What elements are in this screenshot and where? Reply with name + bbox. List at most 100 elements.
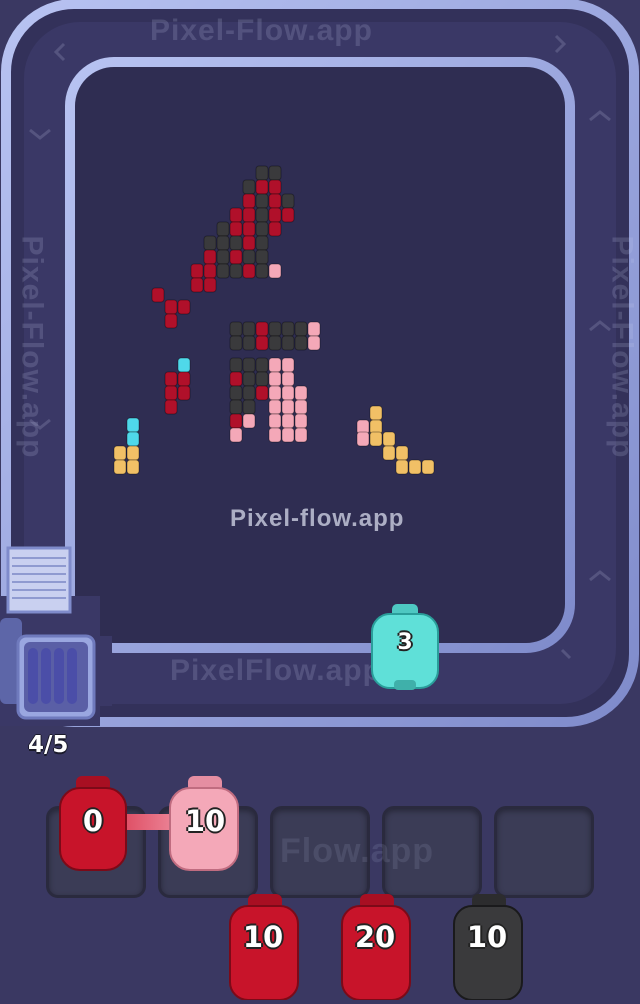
pixel-block-d <box>229 321 243 337</box>
slot-pig-red-value: 0 <box>82 804 104 838</box>
pixel-block-d <box>242 357 256 373</box>
queue-counter: 4/5 <box>28 732 69 758</box>
queue-pig-2-value: 20 <box>354 920 396 954</box>
pixel-block-d <box>229 357 243 373</box>
pixel-block-p <box>307 335 321 351</box>
slot-pig-pink[interactable]: 10 <box>168 776 239 871</box>
pixel-block-r <box>164 385 178 401</box>
pixel-block-d <box>216 221 230 237</box>
pixel-block-d <box>255 235 269 251</box>
pixel-block-d <box>216 263 230 279</box>
pixel-block-d <box>268 165 282 181</box>
pixel-block-r <box>229 249 243 265</box>
pixel-block-r <box>255 335 269 351</box>
pixel-block-d <box>255 193 269 209</box>
pixel-block-p <box>281 399 295 415</box>
pixel-block-d <box>255 249 269 265</box>
conveyor-pig-value: 3 <box>397 630 413 655</box>
pixel-block-d <box>281 335 295 351</box>
pixel-block-r <box>190 277 204 293</box>
pixel-block-d <box>229 385 243 401</box>
pixel-block-d <box>294 335 308 351</box>
pixel-block-p <box>268 371 282 387</box>
queue-pig-3[interactable]: 10 <box>452 894 523 1001</box>
pixel-block-d <box>255 221 269 237</box>
pixel-block-p <box>268 263 282 279</box>
pixel-block-r <box>255 321 269 337</box>
pixel-block-p <box>229 427 243 443</box>
pixel-block-d <box>294 321 308 337</box>
pixel-block-d <box>242 249 256 265</box>
pixel-block-c <box>126 431 140 447</box>
slot-pig-pink-value: 10 <box>184 804 226 838</box>
pixel-block-r <box>177 385 191 401</box>
pixel-block-d <box>255 371 269 387</box>
queue-pig-2[interactable]: 20 <box>340 894 411 1001</box>
slot-pig-red[interactable]: 0 <box>58 776 128 871</box>
pixel-block-r <box>164 371 178 387</box>
pixel-block-p <box>281 427 295 443</box>
center-watermark: Pixel-flow.app <box>230 505 405 532</box>
pixel-block-r <box>242 263 256 279</box>
pixel-block-d <box>268 321 282 337</box>
pixel-block-d <box>242 321 256 337</box>
pixel-block-g <box>421 459 435 475</box>
pixel-block-c <box>126 417 140 433</box>
pixel-block-r <box>242 235 256 251</box>
pixel-block-p <box>356 431 370 447</box>
pixel-block-d <box>229 263 243 279</box>
pixel-block-p <box>281 357 295 373</box>
pixel-block-r <box>164 313 178 329</box>
pixel-block-p <box>268 413 282 429</box>
watermark-slots: Flow.app <box>280 832 435 870</box>
pixel-block-g <box>126 445 140 461</box>
pixel-block-g <box>113 445 127 461</box>
pixel-block-r <box>242 221 256 237</box>
pixel-block-d <box>216 249 230 265</box>
pixel-block-p <box>294 385 308 401</box>
pixel-block-d <box>242 399 256 415</box>
pixel-block-d <box>255 165 269 181</box>
pixel-block-r <box>190 263 204 279</box>
pixel-block-d <box>242 179 256 195</box>
pixel-block-p <box>268 357 282 373</box>
pixel-block-d <box>242 371 256 387</box>
pixel-block-p <box>242 413 256 429</box>
conveyor-pig[interactable]: 3 <box>370 604 440 694</box>
pixel-block-p <box>307 321 321 337</box>
queue-pig-1-value: 10 <box>242 920 284 954</box>
pixel-block-p <box>294 399 308 415</box>
pixel-block-p <box>294 413 308 429</box>
pixel-block-g <box>382 445 396 461</box>
pixel-block-r <box>151 287 165 303</box>
pixel-block-r <box>203 249 217 265</box>
pixel-block-r <box>164 299 178 315</box>
queue-pig-3-value: 10 <box>466 920 508 954</box>
slot-5[interactable] <box>494 806 594 898</box>
pixel-block-d <box>255 207 269 223</box>
pixel-block-d <box>281 193 295 209</box>
pixel-block-p <box>281 413 295 429</box>
pixel-block-r <box>242 193 256 209</box>
pixel-block-d <box>255 263 269 279</box>
pixel-block-r <box>177 299 191 315</box>
pixel-block-g <box>113 459 127 475</box>
pixel-block-r <box>255 179 269 195</box>
pixel-block-r <box>177 371 191 387</box>
pixel-block-r <box>229 221 243 237</box>
pixel-block-g <box>395 445 409 461</box>
pixel-block-p <box>294 427 308 443</box>
pixel-block-d <box>216 235 230 251</box>
pixel-block-c <box>177 357 191 373</box>
queue-pig-1[interactable]: 10 <box>228 894 299 1001</box>
pixel-block-d <box>229 235 243 251</box>
pixel-block-r <box>268 193 282 209</box>
pixel-block-p <box>281 385 295 401</box>
pixel-block-d <box>242 335 256 351</box>
pixel-block-d <box>229 335 243 351</box>
pixel-block-d <box>242 385 256 401</box>
pixel-block-r <box>268 207 282 223</box>
pixel-block-d <box>255 357 269 373</box>
pixel-block-d <box>229 399 243 415</box>
pixel-block-r <box>281 207 295 223</box>
